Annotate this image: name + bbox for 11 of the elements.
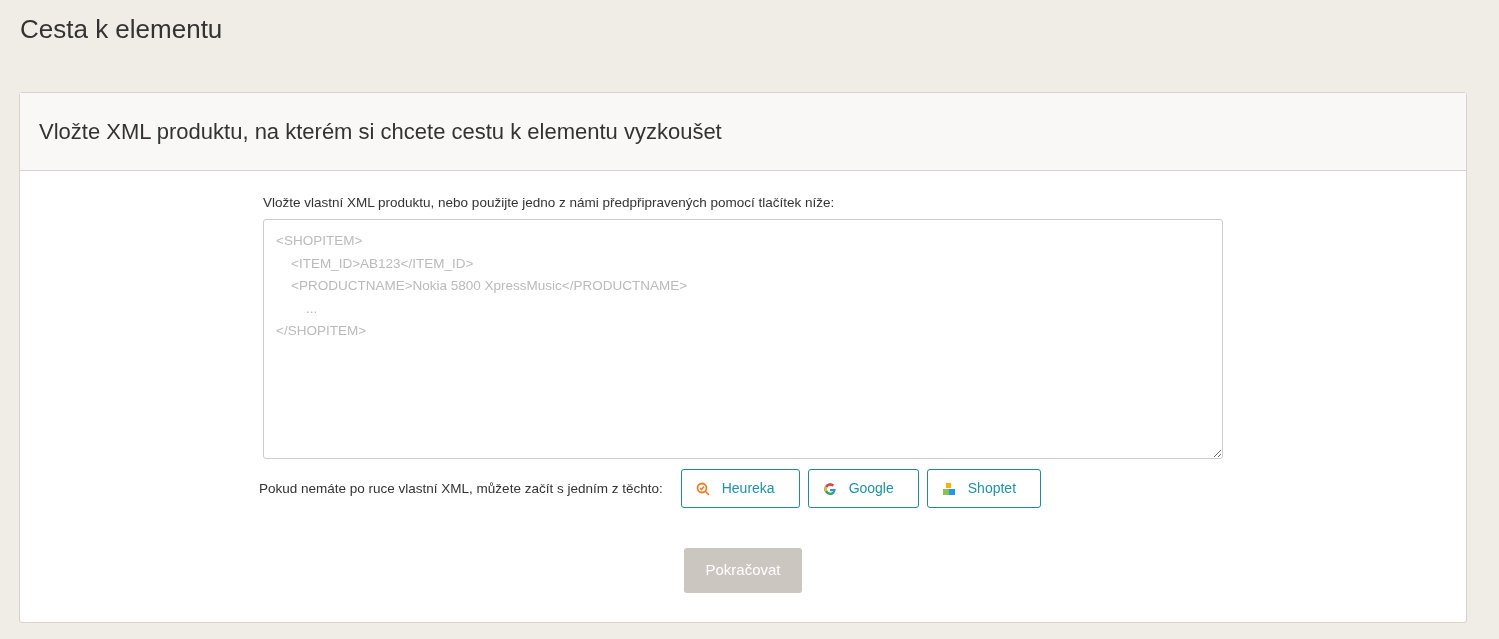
sample-button[interactable]: Heureka <box>680 469 800 509</box>
samples-label: Pokud nemáte po ruce vlastní XML, můžete začít s jedním z těchto: <box>259 479 663 498</box>
card-header: Vložte XML produktu, na kterém si chcete cestu k elementu vyzkoušet <box>20 93 1466 172</box>
blocks-icon <box>941 481 956 496</box>
sample-button[interactable]: Google <box>807 469 919 509</box>
sample-button[interactable]: Shoptet <box>926 469 1042 509</box>
xml-input-field[interactable]: <SHOPITEM> <ITEM_ID>AB123</ITEM_ID> <PRODUCTNAME>Nokia 5800 XpressMusic</PRODUCTNAME> ... </SHOPITEM> <box>263 219 1223 460</box>
field-label: Vložte vlastní XML produktu, nebo použijte jedno z námi předpřipravených pomocí tlačítek níže: <box>263 194 836 213</box>
page-title: Cesta k elementu <box>19 13 224 46</box>
magnifier-icon <box>695 481 710 496</box>
google-g-icon <box>822 481 837 496</box>
